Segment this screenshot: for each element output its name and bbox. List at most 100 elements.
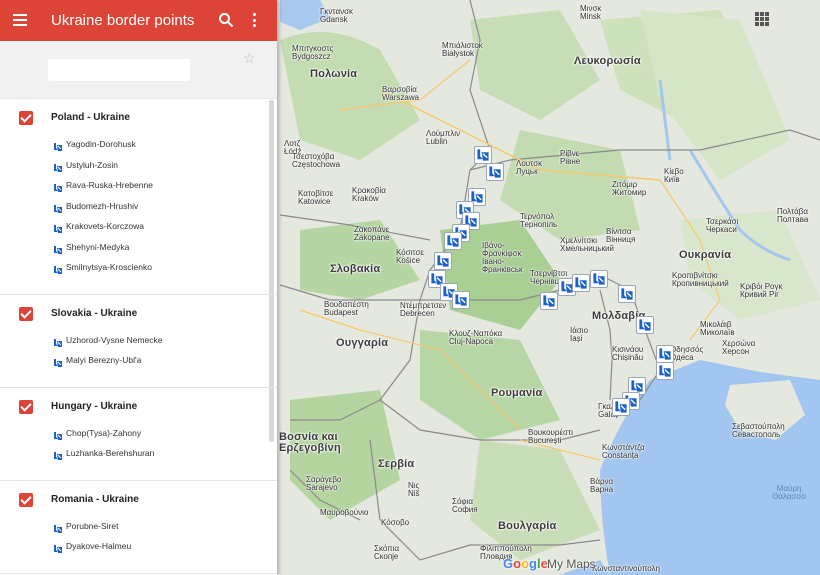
border-crossing-marker[interactable] (656, 362, 674, 380)
border-crossing-marker[interactable] (656, 345, 674, 363)
city-label: Κόσιτσε Košice (396, 248, 424, 265)
list-item[interactable]: Shehyni-Medyka (0, 239, 277, 260)
list-item[interactable]: Ustyluh-Zosin (0, 157, 277, 178)
item-label: Ustyluh-Zosin (66, 159, 118, 170)
border-crossing-marker[interactable] (434, 252, 452, 270)
redacted-description (48, 59, 190, 81)
city-label: Ζακοπάνε Zakopane (354, 225, 390, 242)
city-label: Κισινάου Chișinău (612, 345, 644, 362)
city-label: Μπιτγκοστς Bydgoszcz (292, 44, 334, 61)
border-crossing-icon (53, 521, 63, 533)
list-item[interactable]: Smilnytsya-Kroscienko (0, 259, 277, 280)
city-label: Τσερκάσι Черкаси (706, 217, 739, 234)
sea-label: Μαύρη Θάλασσα (772, 484, 806, 501)
layer-section: Poland - Ukraine Yagodin-Dorohusk Ustyluh-… (0, 99, 277, 295)
layer-checkbox[interactable] (19, 492, 33, 507)
city-label: Βίνιτσα Вінниця (606, 227, 636, 244)
city-label: Νις Niš (408, 481, 420, 498)
item-label: Yagodin-Dorohusk (66, 139, 136, 149)
border-crossing-marker[interactable] (618, 285, 636, 303)
layer-checkbox[interactable] (19, 111, 33, 125)
item-label: Shehyni-Medyka (66, 241, 130, 252)
city-label: Κρακοβία Kraków (352, 186, 386, 203)
border-crossing-icon (53, 355, 63, 367)
list-item[interactable]: Luzhanka-Berehshuran (0, 445, 277, 466)
item-label: Krakovets-Korczowa (66, 221, 144, 231)
city-label: Βουκουρέστι București (528, 428, 573, 445)
city-label: Κίεβο Київ (664, 167, 684, 184)
mymaps-label: My Maps (547, 557, 596, 571)
map-title[interactable]: Ukraine border points (51, 12, 194, 29)
layer-header[interactable]: Slovakia - Ukraine (0, 295, 277, 332)
border-crossing-marker[interactable] (540, 292, 558, 310)
country-label-romania: Ρουμανία (491, 387, 543, 399)
more-options-icon[interactable] (253, 13, 257, 27)
layer-checkbox[interactable] (19, 306, 33, 321)
layer-checkbox[interactable] (19, 399, 33, 414)
layer-header[interactable]: Hungary - Ukraine (0, 388, 277, 425)
layer-name: Romania - Ukraine (51, 493, 139, 505)
country-label-bosnia: Βοσνία και Ερζεγοβίνη (279, 431, 341, 454)
layer-section: Hungary - Ukraine Chop(Tysa)-Zahony Luzhan… (0, 388, 277, 481)
menu-icon[interactable] (13, 14, 27, 26)
border-crossing-marker[interactable] (444, 232, 462, 250)
border-crossing-icon (53, 180, 63, 192)
city-label: Μπιάλιστοκ Białystok (442, 41, 483, 58)
city-label: Κόσοβο (381, 518, 410, 527)
country-label-serbia: Σερβία (378, 458, 415, 470)
item-label: Luzhanka-Berehshuran (66, 448, 155, 458)
map-description: ☆ (0, 41, 277, 99)
city-label: Μινσκ Minsk (580, 4, 602, 21)
list-item[interactable]: Budomezh-Hrushiv (0, 198, 277, 219)
search-icon[interactable] (218, 12, 234, 28)
city-label: Χμελνίτσκι Хмельницький (560, 236, 614, 253)
city-label: Γκντανσκ Gdansk (320, 7, 354, 24)
border-crossing-marker[interactable] (486, 163, 504, 181)
city-label: Μαυροβούνιο (320, 508, 369, 517)
layer-header[interactable]: Poland - Ukraine (0, 99, 277, 136)
city-label: Κροπιβνίτσκι Кропивницький (672, 271, 729, 288)
city-label: Τσεστοχόβα Częstochowa (292, 152, 341, 169)
city-label: Χερσώνα Херсон (722, 339, 756, 356)
city-label: Κριβόι Ρογκ Кривий Ріг (740, 282, 783, 299)
city-label: Βάρνα Варна (590, 477, 614, 494)
layer-name: Poland - Ukraine (51, 112, 130, 123)
apps-grid-icon[interactable] (755, 12, 769, 26)
country-label-slovakia: Σλοβακία (330, 263, 381, 275)
country-label-ukraine: Ουκρανία (679, 249, 732, 261)
city-label: Λούμπλιν Lublin (426, 129, 461, 146)
list-item[interactable]: Malyi Berezny-Ubl'a (0, 352, 277, 373)
panel-header: Ukraine border points (0, 0, 277, 41)
star-icon[interactable]: ☆ (243, 50, 256, 67)
item-label: Dyakove-Halmeu (66, 541, 132, 551)
city-label: Κατοβίτσε Katowice (298, 189, 334, 206)
city-label: Μικολάιβ Миколаїв (700, 320, 735, 337)
city-label: Σόφια София (452, 497, 478, 514)
border-crossing-marker[interactable] (474, 146, 492, 164)
city-label: Οδησσός Одеса (670, 345, 704, 362)
border-crossing-marker[interactable] (636, 316, 654, 334)
list-item[interactable]: Chop(Tysa)-Zahony (0, 425, 277, 446)
border-crossing-marker[interactable] (452, 291, 470, 309)
city-label: Σαράγεβο Sarajevo (306, 475, 342, 492)
border-crossing-icon (53, 428, 63, 440)
layer-section: Slovakia - Ukraine Uzhorod-Vysne Nemecke M… (0, 295, 277, 388)
border-crossing-icon (53, 335, 63, 347)
country-label-hungary: Ουγγαρία (336, 337, 389, 349)
list-item[interactable]: Krakovets-Korczowa (0, 218, 277, 239)
country-label-bulgaria: Βουλγαρία (498, 520, 557, 532)
item-label: Chop(Tysa)-Zahony (66, 427, 142, 438)
border-crossing-marker[interactable] (612, 398, 630, 416)
list-item[interactable]: Rava-Ruska-Hrebenne (0, 177, 277, 198)
city-label: Ζιτόμιρ Житомир (612, 180, 647, 197)
layer-header[interactable]: Romania - Ukraine (0, 481, 277, 518)
city-label: Βαρσοβία Warszawa (382, 85, 420, 102)
layer-list: Poland - Ukraine Yagodin-Dorohusk Ustyluh-… (0, 99, 277, 574)
list-item[interactable]: Porubne-Siret (0, 518, 277, 539)
layer-name: Slovakia - Ukraine (51, 307, 138, 319)
list-item[interactable]: Uzhorod-Vysne Nemecke (0, 332, 277, 353)
border-crossing-marker[interactable] (590, 270, 608, 288)
list-item[interactable]: Yagodin-Dorohusk (0, 136, 277, 157)
list-item[interactable]: Dyakove-Halmeu (0, 538, 277, 559)
border-crossing-marker[interactable] (572, 274, 590, 292)
